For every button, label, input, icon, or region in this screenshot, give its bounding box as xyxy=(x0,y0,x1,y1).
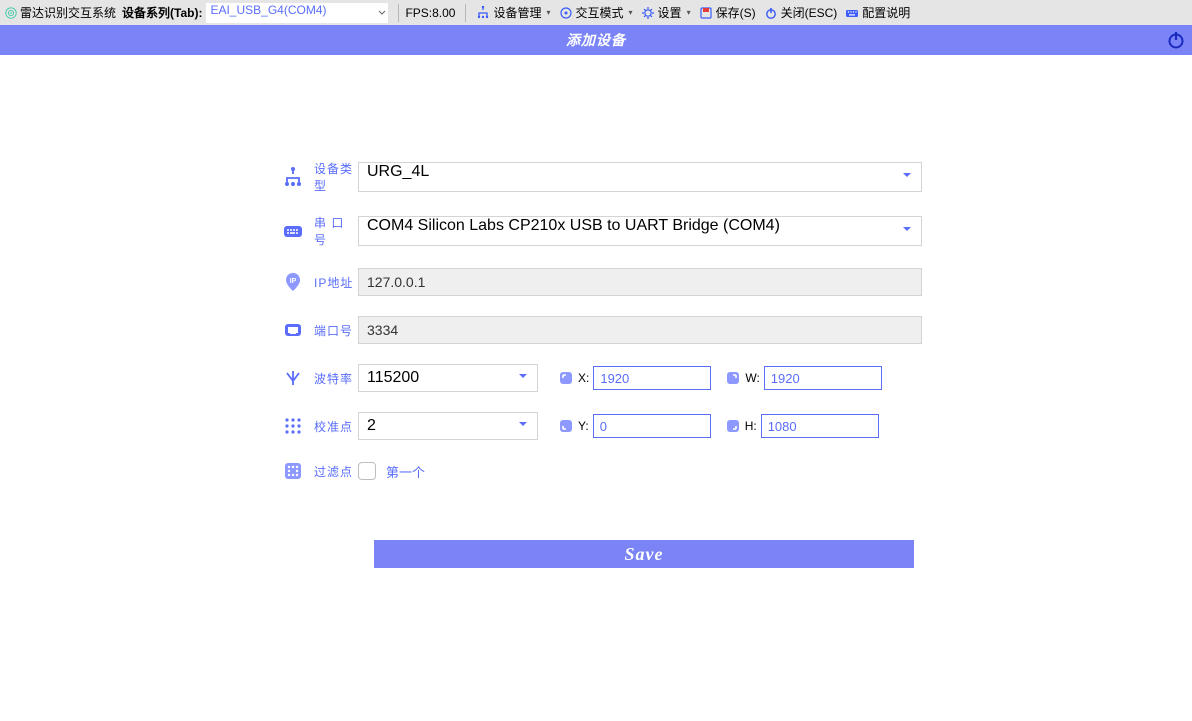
save-menu[interactable]: 保存(S) xyxy=(695,4,760,21)
chevron-down-icon xyxy=(901,222,913,240)
settings-menu[interactable]: 设置 ▾ xyxy=(637,4,695,21)
x-label: X: xyxy=(578,371,589,385)
device-type-row: 设备类型 URG_4L xyxy=(282,160,922,194)
baud-label: 波特率 xyxy=(314,370,358,387)
corner-icon xyxy=(558,370,574,386)
port-label: 端口号 xyxy=(314,322,358,339)
device-management-label: 设备管理 xyxy=(493,4,541,21)
serial-port-select[interactable]: COM4 Silicon Labs CP210x USB to UART Bri… xyxy=(358,216,922,246)
ip-address-label: IP地址 xyxy=(314,274,358,291)
serial-port-value: COM4 Silicon Labs CP210x USB to UART Bri… xyxy=(367,217,780,234)
ip-pin-icon: IP xyxy=(282,271,304,293)
page-titlebar: 添加设备 xyxy=(0,25,1192,55)
device-type-select[interactable]: URG_4L xyxy=(358,162,922,192)
corner-icon xyxy=(558,418,574,434)
grid-dots-icon xyxy=(282,415,304,437)
config-help-button[interactable]: 配置说明 xyxy=(841,4,914,21)
add-device-form: 设备类型 URG_4L 串 口 号 COM4 Silicon Labs CP21… xyxy=(282,160,922,568)
settings-label: 设置 xyxy=(658,4,682,21)
device-management-menu[interactable]: 设备管理 ▾ xyxy=(472,4,554,21)
dropdown-arrow-icon: ▾ xyxy=(547,8,551,17)
ethernet-port-icon xyxy=(282,319,304,341)
calibration-row: 校准点 2 Y: H: xyxy=(282,412,922,440)
chevron-down-icon xyxy=(901,168,913,186)
power-icon xyxy=(764,6,778,20)
port-value: 3334 xyxy=(367,322,398,338)
filter-first-label: 第一个 xyxy=(386,462,425,481)
calibration-value: 2 xyxy=(367,417,376,435)
h-cluster: H: xyxy=(725,414,879,438)
chevron-down-icon xyxy=(517,369,529,387)
baud-row: 波特率 115200 X: W: xyxy=(282,364,922,392)
page-title: 添加设备 xyxy=(566,30,626,50)
close-button[interactable]: 关闭(ESC) xyxy=(760,4,842,21)
chevron-down-icon xyxy=(517,417,529,435)
app-logo-icon xyxy=(4,6,18,20)
w-label: W: xyxy=(745,371,759,385)
target-icon xyxy=(559,6,573,20)
baud-value: 115200 xyxy=(367,369,419,387)
fps-label: FPS: xyxy=(405,6,432,20)
x-cluster: X: xyxy=(558,366,711,390)
port-row: 端口号 3334 xyxy=(282,316,922,344)
keyboard-icon xyxy=(282,220,304,242)
y-cluster: Y: xyxy=(558,414,711,438)
filter-label: 过滤点 xyxy=(314,463,358,480)
ip-address-row: IP IP地址 127.0.0.1 xyxy=(282,268,922,296)
w-cluster: W: xyxy=(725,366,881,390)
calibration-select[interactable]: 2 xyxy=(358,412,538,440)
toolbar-separator xyxy=(398,4,399,22)
device-tree-icon xyxy=(476,6,490,20)
y-input[interactable] xyxy=(593,414,711,438)
calibration-label: 校准点 xyxy=(314,418,358,435)
filter-row: 过滤点 第一个 xyxy=(282,460,922,482)
antenna-icon xyxy=(282,367,304,389)
dropdown-arrow-icon: ▾ xyxy=(629,8,633,17)
corner-icon xyxy=(725,418,741,434)
save-icon xyxy=(699,6,713,20)
x-input[interactable] xyxy=(593,366,711,390)
h-label: H: xyxy=(745,419,757,433)
h-input[interactable] xyxy=(761,414,879,438)
device-series-select[interactable]: EAI_USB_G4(COM4) xyxy=(206,3,376,23)
filter-grid-icon xyxy=(282,460,304,482)
save-label: 保存(S) xyxy=(716,4,756,21)
filter-first-checkbox[interactable] xyxy=(358,462,376,480)
interaction-mode-label: 交互模式 xyxy=(576,4,624,21)
corner-icon xyxy=(725,370,741,386)
y-label: Y: xyxy=(578,419,589,433)
device-type-value: URG_4L xyxy=(367,163,429,180)
gear-icon xyxy=(641,6,655,20)
serial-port-row: 串 口 号 COM4 Silicon Labs CP210x USB to UA… xyxy=(282,214,922,248)
keyboard-icon xyxy=(845,6,859,20)
baud-select[interactable]: 115200 xyxy=(358,364,538,392)
save-button[interactable]: Save xyxy=(374,540,914,568)
device-series-label: 设备系列(Tab): xyxy=(122,4,202,21)
device-type-label: 设备类型 xyxy=(314,160,358,194)
config-help-label: 配置说明 xyxy=(862,4,910,21)
x-w-group: X: W: xyxy=(558,366,882,390)
port-input[interactable]: 3334 xyxy=(358,316,922,344)
close-label: 关闭(ESC) xyxy=(781,4,838,21)
interaction-mode-menu[interactable]: 交互模式 ▾ xyxy=(555,4,637,21)
ip-address-value: 127.0.0.1 xyxy=(367,274,425,290)
fps-value: 8.00 xyxy=(432,6,455,20)
device-tree-icon xyxy=(282,166,304,188)
toolbar-separator xyxy=(465,4,466,22)
dropdown-arrow-icon: ▾ xyxy=(687,8,691,17)
y-h-group: Y: H: xyxy=(558,414,879,438)
save-button-label: Save xyxy=(625,544,664,565)
device-series-dropdown-icon[interactable] xyxy=(376,3,388,23)
titlebar-power-icon[interactable] xyxy=(1166,30,1186,50)
ip-address-input[interactable]: 127.0.0.1 xyxy=(358,268,922,296)
app-title: 雷达识别交互系统 xyxy=(20,4,116,21)
w-input[interactable] xyxy=(764,366,882,390)
svg-text:IP: IP xyxy=(290,278,297,285)
main-toolbar: 雷达识别交互系统 设备系列(Tab): EAI_USB_G4(COM4) FPS… xyxy=(0,0,1192,25)
serial-port-label: 串 口 号 xyxy=(314,214,358,248)
fps-readout: FPS:8.00 xyxy=(405,6,455,20)
